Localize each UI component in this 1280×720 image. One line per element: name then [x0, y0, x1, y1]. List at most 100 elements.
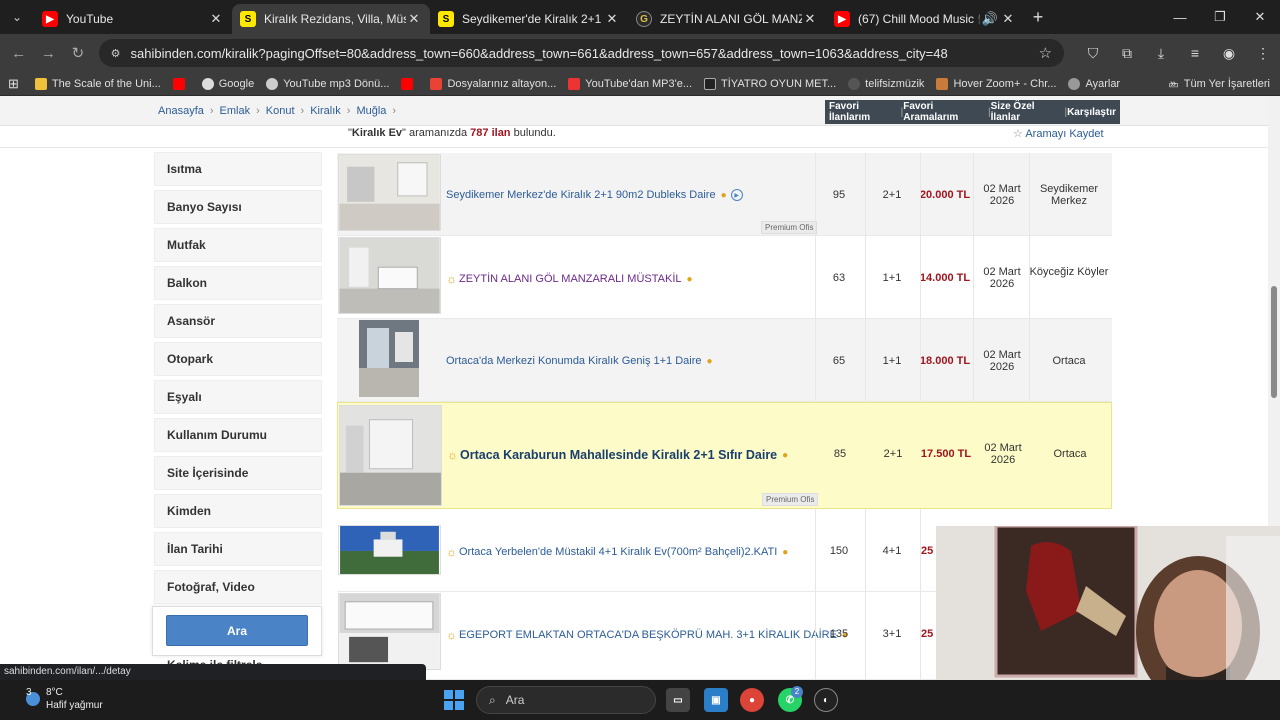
tab-kiralik-rezidans[interactable]: S Kiralık Rezidans, Villa, Müstakil Ev ✕	[232, 4, 430, 34]
minimize-icon[interactable]: —	[1160, 0, 1200, 34]
all-bookmarks-folder[interactable]: ▭ Tüm Yer İşaretleri	[1168, 72, 1270, 96]
bookmark-google[interactable]: Google	[201, 77, 254, 90]
filter-ilan-tarihi[interactable]: İlan Tarihi	[154, 532, 322, 566]
shield-icon[interactable]: ⛉	[1076, 45, 1110, 62]
forward-arrow-icon[interactable]: →	[34, 45, 64, 62]
new-tab-button[interactable]: +	[1024, 7, 1052, 28]
listing-rooms: 1+1	[882, 355, 902, 367]
profile-icon[interactable]: ◉	[1212, 45, 1246, 62]
breadcrumb-anasayfa[interactable]: Anasayfa	[158, 105, 204, 117]
column-divider	[973, 319, 974, 401]
photos-icon[interactable]: ▣	[704, 688, 728, 712]
windows-start-icon[interactable]	[444, 690, 464, 710]
compare-link[interactable]: Karşılaştır	[1067, 107, 1116, 118]
save-search-link[interactable]: ☆ Aramayı Kaydet	[1013, 127, 1104, 140]
filter-mutfak[interactable]: Mutfak	[154, 228, 322, 262]
listing-m2: 85	[833, 448, 847, 460]
speaker-icon[interactable]: 🔊	[980, 11, 1000, 27]
taskbar-search[interactable]: ⌕ Ara	[476, 686, 656, 714]
listing-title[interactable]: ☼ EGEPORT EMLAKTAN ORTACA'DA BEŞKÖPRÜ MA…	[446, 628, 848, 642]
back-arrow-icon[interactable]: ←	[4, 45, 34, 62]
listing-thumbnail[interactable]	[338, 154, 441, 231]
breadcrumb-kiralik[interactable]: Kiralık	[310, 105, 341, 117]
chrome-icon[interactable]: ●	[740, 688, 764, 712]
tab-zeytin-alani[interactable]: G ZEYTİN ALANI GÖL MANZARALI ✕	[628, 4, 826, 34]
listing-thumbnail[interactable]	[338, 525, 441, 575]
tab-chill-mood[interactable]: ▶ (67) Chill Mood Music 🎧 🔊 ✕	[826, 4, 1024, 34]
breadcrumb-emlak[interactable]: Emlak	[220, 105, 251, 117]
bookmark-scale-universe[interactable]: The Scale of the Uni...	[34, 77, 161, 90]
listing-row[interactable]: Ortaca'da Merkezi Konumda Kiralık Geniş …	[337, 319, 1112, 402]
address-bar[interactable]: ⚙ sahibinden.com/kiralik?pagingOffset=80…	[98, 39, 1065, 67]
download-icon[interactable]: ⤓	[1144, 45, 1178, 62]
search-query: Kiralık Ev	[351, 127, 403, 139]
listing-title[interactable]: Seydikemer Merkez'de Kiralık 2+1 90m2 Du…	[446, 189, 743, 201]
media-app-icon[interactable]: ◐	[814, 688, 838, 712]
menu-dots-icon[interactable]: ⋮	[1246, 45, 1280, 62]
filter-kullanim-durumu[interactable]: Kullanım Durumu	[154, 418, 322, 452]
favorite-listings-link[interactable]: Favori İlanlarım	[829, 101, 901, 123]
bookmark-youtube[interactable]	[172, 77, 190, 90]
listing-thumbnail[interactable]	[338, 593, 441, 670]
listing-row[interactable]: ☼ ZEYTİN ALANI GÖL MANZARALI MÜSTAKİL ● …	[337, 236, 1112, 319]
filter-esyali[interactable]: Eşyalı	[154, 380, 322, 414]
listing-row[interactable]: Seydikemer Merkez'de Kiralık 2+1 90m2 Du…	[337, 153, 1112, 236]
sun-badge-icon: ☼	[446, 545, 457, 559]
filter-banyo-sayisi[interactable]: Banyo Sayısı	[154, 190, 322, 224]
filter-fotograf-video[interactable]: Fotoğraf, Video	[154, 570, 322, 604]
close-icon[interactable]: ✕	[604, 11, 620, 27]
close-window-icon[interactable]: ✕	[1240, 0, 1280, 34]
bookmark-youtube-mp3e[interactable]: YouTube'dan MP3'e...	[568, 77, 692, 90]
extensions-icon[interactable]: ⧉	[1110, 45, 1144, 62]
webcam-overlay	[936, 526, 1280, 680]
filter-otopark[interactable]: Otopark	[154, 342, 322, 376]
listing-thumbnail[interactable]	[359, 320, 419, 397]
listing-thumbnail[interactable]	[338, 237, 441, 314]
weather-widget[interactable]: 8°C Hafif yağmur	[26, 686, 103, 712]
url-text[interactable]: sahibinden.com/kiralik?pagingOffset=80&a…	[131, 46, 1039, 61]
close-icon[interactable]: ✕	[406, 11, 422, 27]
media-icon[interactable]: ≡	[1178, 45, 1212, 62]
file-manager-icon[interactable]: ▭	[666, 688, 690, 712]
site-info-icon[interactable]: ⚙	[111, 47, 121, 60]
close-icon[interactable]: ✕	[1000, 11, 1016, 27]
close-icon[interactable]: ✕	[802, 11, 818, 27]
filter-asansor[interactable]: Asansör	[154, 304, 322, 338]
filter-balkon[interactable]: Balkon	[154, 266, 322, 300]
column-divider	[973, 153, 974, 235]
breadcrumb-mugla[interactable]: Muğla	[356, 105, 386, 117]
listing-row[interactable]: ☼ Ortaca Karaburun Mahallesinde Kiralık …	[337, 402, 1112, 509]
listing-title[interactable]: ☼ Ortaca Karaburun Mahallesinde Kiralık …	[447, 448, 788, 462]
tab-search-chevron-icon[interactable]: ⌄	[0, 0, 34, 34]
gear-icon	[1068, 77, 1081, 90]
scrollbar-thumb[interactable]	[1271, 286, 1277, 398]
bookmark-ayarlar[interactable]: Ayarlar	[1068, 77, 1120, 90]
bookmark-star-icon[interactable]: ☆	[1039, 44, 1052, 62]
bookmark-hover-zoom[interactable]: Hover Zoom+ - Chr...	[936, 77, 1056, 90]
bookmark-telifsizmuzik[interactable]: telifsizmüzik	[848, 77, 924, 90]
restore-icon[interactable]: ❐	[1200, 0, 1240, 34]
bookmark-youtube-2[interactable]	[401, 77, 418, 90]
filter-isitma[interactable]: Isıtma	[154, 152, 322, 186]
apps-grid-icon[interactable]: ⊞	[8, 76, 19, 92]
sun-badge-icon: ☼	[446, 272, 457, 286]
bookmark-youtube-mp3[interactable]: YouTube mp3 Dönü...	[266, 77, 389, 90]
chevron-right-icon: ›	[346, 105, 351, 117]
listing-thumbnail[interactable]	[339, 405, 442, 506]
listing-title[interactable]: Ortaca'da Merkezi Konumda Kiralık Geniş …	[446, 355, 713, 367]
listing-title[interactable]: ☼ ZEYTİN ALANI GÖL MANZARALI MÜSTAKİL ●	[446, 272, 693, 286]
tab-seydikemer[interactable]: S Seydikemer'de Kiralık 2+1 75m² ✕	[430, 4, 628, 34]
tab-youtube[interactable]: ▶ YouTube ✕	[34, 4, 232, 34]
bookmark-dosyalariniz[interactable]: Dosyalarınız altayon...	[430, 77, 556, 90]
bookmark-tiyatro[interactable]: TİYATRO OYUN MET...	[704, 77, 836, 90]
listing-title[interactable]: ☼ Ortaca Yerbelen'de Müstakil 4+1 Kiralı…	[446, 545, 788, 559]
filter-site-icerisinde[interactable]: Site İçerisinde	[154, 456, 322, 490]
filter-kimden[interactable]: Kimden	[154, 494, 322, 528]
breadcrumb-konut[interactable]: Konut	[266, 105, 295, 117]
favorite-searches-link[interactable]: Favori Aramalarım	[903, 101, 988, 123]
search-button[interactable]: Ara	[166, 615, 308, 646]
close-icon[interactable]: ✕	[208, 11, 224, 27]
reload-icon[interactable]: ↻	[63, 44, 93, 62]
listing-rooms: 2+1	[883, 448, 903, 460]
special-listings-link[interactable]: Size Özel İlanlar	[991, 101, 1065, 123]
